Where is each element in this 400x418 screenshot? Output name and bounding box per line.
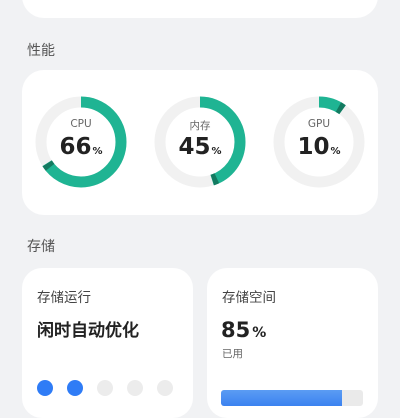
- storage-run-status: 闲时自动优化: [37, 321, 139, 341]
- storage-section-title: 存储: [27, 239, 55, 255]
- memory-gauge-value: 45%: [178, 134, 222, 160]
- performance-section-title: 性能: [27, 43, 55, 59]
- storage-space-card[interactable]: 存储空间 85% 已用: [207, 268, 378, 418]
- storage-space-value: 85%: [221, 318, 267, 342]
- progress-dot-inactive: [157, 380, 173, 396]
- gpu-gauge-label: GPU: [307, 118, 331, 130]
- storage-space-sublabel: 已用: [222, 348, 243, 360]
- gpu-gauge[interactable]: GPU 10%: [273, 96, 365, 188]
- storage-usage-bar-fill: [221, 390, 342, 406]
- gpu-gauge-value: 10%: [297, 134, 341, 160]
- storage-run-title: 存储运行: [37, 290, 91, 306]
- cpu-gauge[interactable]: CPU 66%: [35, 96, 127, 188]
- storage-space-title: 存储空间: [222, 290, 276, 306]
- memory-gauge-label: 内存: [189, 120, 211, 132]
- storage-usage-bar: [221, 390, 363, 406]
- progress-dot-active: [37, 380, 53, 396]
- progress-dot-inactive: [97, 380, 113, 396]
- gpu-gauge-arc-tip: [335, 102, 346, 115]
- cpu-gauge-arc-tip: [42, 160, 55, 171]
- storage-run-card[interactable]: 存储运行 闲时自动优化: [22, 268, 193, 418]
- cpu-gauge-label: CPU: [70, 118, 92, 130]
- storage-run-progress-dots: [37, 380, 173, 396]
- memory-gauge[interactable]: 内存 45%: [154, 96, 246, 188]
- top-card: [22, 0, 378, 18]
- progress-dot-active: [67, 380, 83, 396]
- progress-dot-inactive: [127, 380, 143, 396]
- performance-card[interactable]: CPU 66% 内存 45% GPU 10%: [22, 70, 378, 215]
- cpu-gauge-value: 66%: [59, 134, 103, 160]
- memory-gauge-arc-tip: [210, 173, 220, 186]
